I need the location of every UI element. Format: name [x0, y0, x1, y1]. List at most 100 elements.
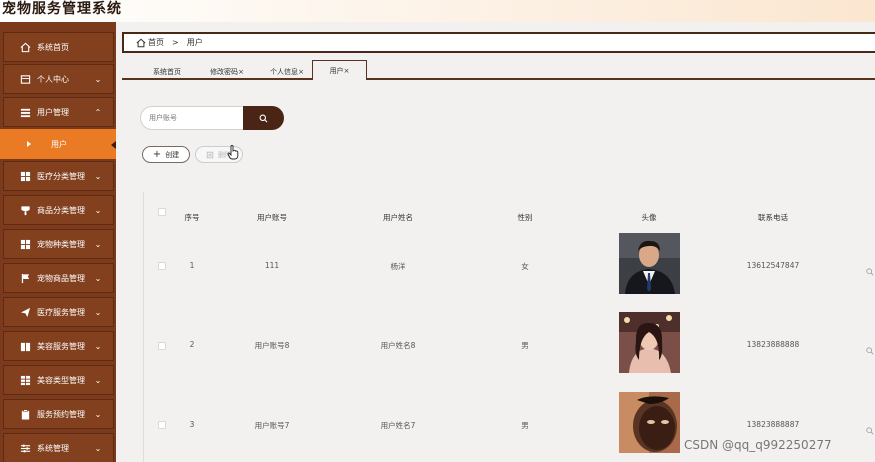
sidebar-item-label: 宠物商品管理 — [37, 273, 85, 283]
breadcrumb-home[interactable]: 首页 — [148, 37, 164, 48]
chevron-down-icon: ⌄ — [94, 273, 102, 283]
table-cell-name: 用户姓名8 — [380, 341, 416, 350]
close-icon[interactable]: × — [298, 68, 304, 76]
tab-label: 个人信息 — [270, 67, 299, 76]
tab-home[interactable]: 系统首页 — [142, 63, 192, 80]
breadcrumb-current: 用户 — [186, 38, 203, 47]
view-details-icon[interactable] — [866, 261, 874, 280]
table-cell-index: 2 — [189, 340, 195, 349]
chevron-down-icon: ⌄ — [94, 171, 102, 181]
close-icon[interactable]: × — [238, 68, 244, 76]
table-cell-gender: 男 — [521, 341, 529, 350]
search-input[interactable] — [140, 106, 246, 130]
tab-users[interactable]: 用户 × — [312, 60, 367, 80]
column-header: 序号 — [184, 213, 200, 222]
sidebar-item-label: 服务预约管理 — [37, 409, 85, 419]
sidebar-item-label: 医疗分类管理 — [37, 171, 85, 181]
view-details-icon[interactable] — [866, 420, 874, 439]
grid-icon — [19, 238, 31, 250]
top-bar: 宠物服务管理系统 — [0, 0, 875, 22]
table-cell-phone: 13612547847 — [746, 261, 800, 270]
book-icon — [19, 340, 31, 352]
caret-right-icon — [23, 138, 35, 150]
hand-cursor-icon — [227, 145, 239, 164]
home-icon — [19, 41, 31, 53]
chevron-down-icon: ⌄ — [94, 239, 102, 249]
row-checkbox[interactable] — [158, 421, 166, 429]
sidebar-item-system[interactable]: 系统管理 ⌄ — [3, 433, 114, 462]
sidebar-item-beauty-service[interactable]: 美容服务管理 ⌄ — [3, 331, 114, 361]
sidebar-item-label: 用户 — [51, 139, 67, 149]
tab-label: 用户 — [329, 66, 344, 75]
sidebar-item-pet-product[interactable]: 宠物商品管理 ⌄ — [3, 263, 114, 293]
sidebar-item-pet-type[interactable]: 宠物种类管理 ⌄ — [3, 229, 114, 259]
grid-icon — [19, 170, 31, 182]
home-icon[interactable] — [136, 38, 146, 48]
table-cell-name: 用户姓名7 — [380, 421, 416, 430]
search-button[interactable] — [243, 106, 284, 130]
sidebar-item-label: 系统首页 — [37, 42, 69, 52]
sliders-icon — [19, 442, 31, 454]
table-cell-gender: 女 — [521, 262, 529, 271]
view-details-icon[interactable] — [866, 340, 874, 359]
sidebar-item-home[interactable]: 系统首页 — [3, 32, 114, 62]
chevron-down-icon: ⌄ — [94, 307, 102, 317]
sidebar-item-label: 个人中心 — [37, 74, 69, 84]
table-cell-index: 3 — [189, 420, 195, 429]
table-cell-account: 用户账号7 — [254, 421, 290, 430]
chevron-down-icon: ⌄ — [94, 443, 102, 453]
breadcrumb: 首页 > 用户 — [122, 32, 875, 53]
profile-icon — [19, 73, 31, 85]
select-all-checkbox[interactable] — [158, 208, 166, 216]
sidebar-item-users[interactable]: 用户 — [0, 129, 116, 159]
chevron-down-icon: ⌄ — [94, 375, 102, 385]
table-cell-index: 1 — [189, 261, 195, 270]
trash-icon — [206, 151, 214, 159]
sidebar-item-medical-category[interactable]: 医疗分类管理 ⌄ — [3, 161, 114, 191]
sidebar-item-user-management[interactable]: 用户管理 ⌃ — [3, 97, 114, 127]
sidebar-item-medical-service[interactable]: 医疗服务管理 ⌄ — [3, 297, 114, 327]
clipboard-icon — [19, 408, 31, 420]
watermark: CSDN @qq_q992250277 — [684, 438, 832, 452]
row-checkbox[interactable] — [158, 262, 166, 270]
chevron-down-icon: ⌄ — [94, 74, 102, 84]
sidebar-item-label: 系统管理 — [37, 443, 69, 453]
create-button-label: 创建 — [165, 150, 180, 159]
avatar[interactable] — [619, 312, 680, 373]
close-icon[interactable]: × — [344, 67, 350, 75]
chevron-up-icon: ⌃ — [94, 107, 102, 117]
app-title: 宠物服务管理系统 — [2, 1, 122, 17]
column-header: 联系电话 — [758, 213, 788, 222]
sidebar-item-label: 医疗服务管理 — [37, 307, 85, 317]
tab-personal-info[interactable]: 个人信息 × — [262, 63, 312, 80]
column-header: 头像 — [641, 213, 657, 222]
tab-change-password[interactable]: 修改密码 × — [202, 63, 252, 80]
chevron-down-icon: ⌄ — [94, 341, 102, 351]
tab-bar: 系统首页 修改密码 × 个人信息 × 用户 × — [122, 60, 875, 80]
table-cell-phone: 13823888887 — [746, 420, 800, 429]
user-table: 序号 用户账号 用户姓名 性别 头像 联系电话 1 111 杨洋 女 13612… — [143, 192, 875, 462]
plus-icon: + — [152, 148, 162, 160]
table-icon — [19, 374, 31, 386]
table-cell-phone: 13823888888 — [746, 340, 800, 349]
sidebar-item-label: 美容服务管理 — [37, 341, 85, 351]
sidebar-item-appointment[interactable]: 服务预约管理 ⌄ — [3, 399, 114, 429]
table-cell-name: 杨洋 — [390, 262, 406, 271]
avatar[interactable] — [619, 233, 680, 294]
sidebar-item-product-category[interactable]: 商品分类管理 ⌄ — [3, 195, 114, 225]
tab-label: 系统首页 — [153, 67, 181, 76]
tab-label: 修改密码 — [210, 67, 239, 76]
avatar[interactable] — [619, 392, 680, 453]
sidebar-item-profile[interactable]: 个人中心 ⌄ — [3, 64, 114, 94]
breadcrumb-separator: > — [172, 38, 179, 47]
row-checkbox[interactable] — [158, 342, 166, 350]
cup-icon — [19, 204, 31, 216]
table-cell-account: 用户账号8 — [254, 341, 290, 350]
search-icon — [259, 114, 268, 123]
chevron-down-icon: ⌄ — [94, 409, 102, 419]
active-indicator — [111, 141, 116, 149]
create-button[interactable]: + 创建 — [142, 146, 190, 163]
sidebar-item-label: 商品分类管理 — [37, 205, 85, 215]
sidebar-item-label: 宠物种类管理 — [37, 239, 85, 249]
sidebar-item-beauty-type[interactable]: 美容类型管理 ⌄ — [3, 365, 114, 395]
